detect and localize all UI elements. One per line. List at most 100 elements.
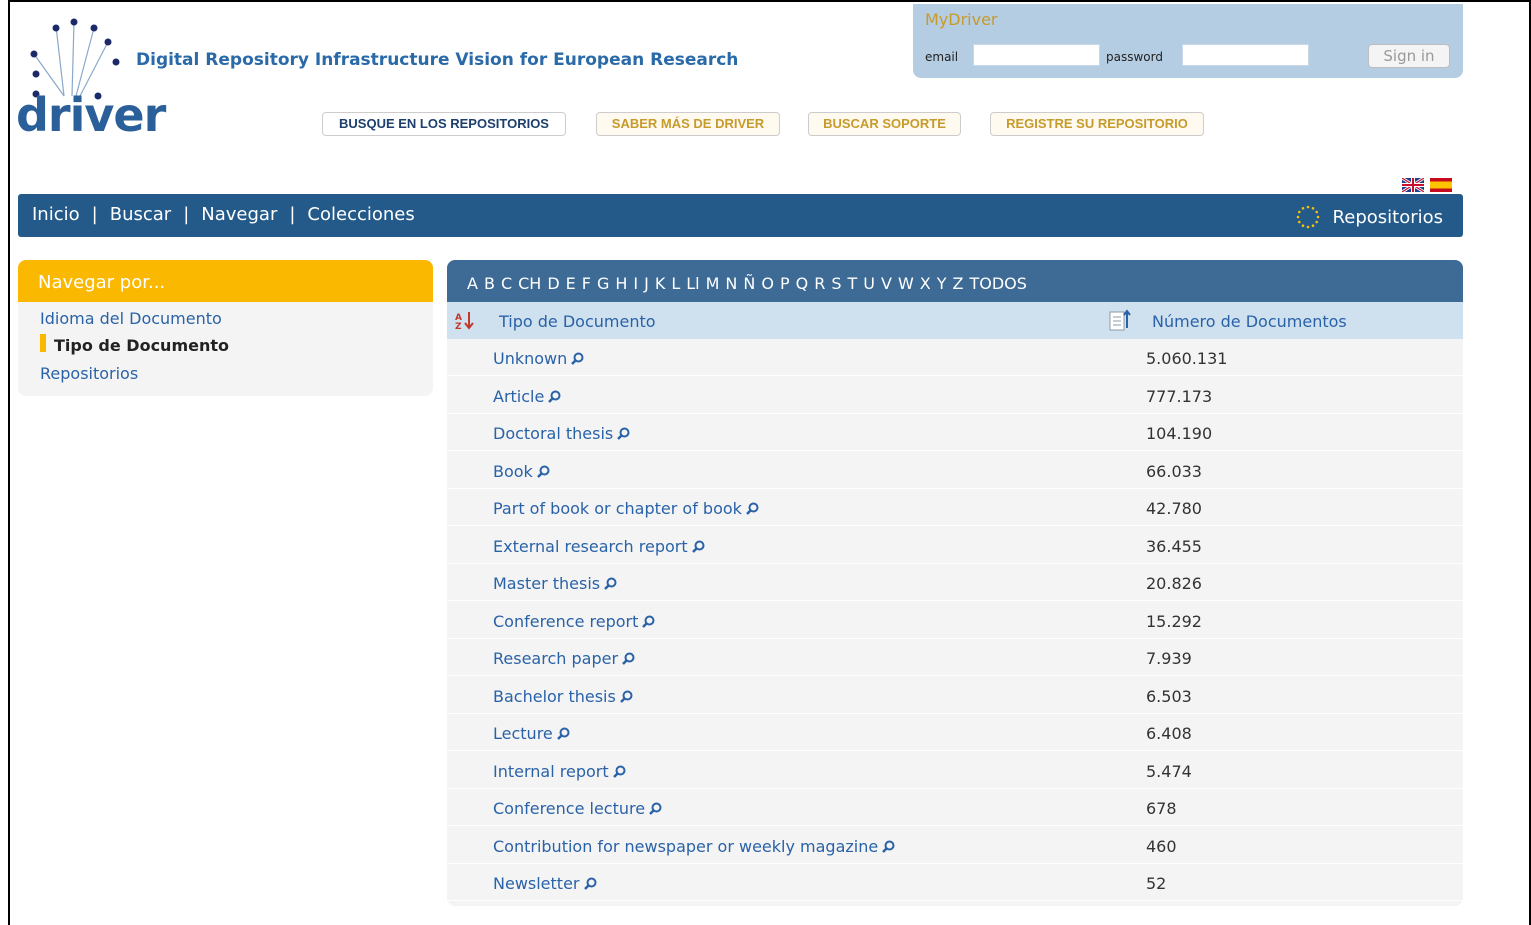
sidebar-item-repositorios[interactable]: Repositorios [40,364,138,383]
magnifier-icon[interactable] [622,652,635,665]
search-support-button[interactable]: BUSCAR SOPORTE [808,112,961,136]
alphabet-letter-t[interactable]: T [847,274,857,293]
document-type-link[interactable]: Unknown [493,349,584,368]
alphabet-letter-a[interactable]: A [467,274,478,293]
register-repository-button[interactable]: REGISTRE SU REPOSITORIO [990,112,1204,136]
search-repositories-button[interactable]: BUSQUE EN LOS REPOSITORIOS [322,112,566,136]
document-type-link[interactable]: Newsletter [493,874,597,893]
document-type-link[interactable]: Article [493,387,561,406]
logo-wordmark[interactable]: driver [16,92,166,138]
column-header-type[interactable]: Tipo de Documento [499,312,656,331]
alphabet-letter-v[interactable]: V [881,274,892,293]
magnifier-icon[interactable] [556,727,570,740]
document-count: 7.939 [1146,649,1192,668]
sidebar-heading: Navegar por... [18,260,433,302]
table-row: Bachelor thesis 6.503 [447,677,1463,714]
site-tagline: Digital Repository Infrastructure Vision… [136,50,739,70]
alphabet-letter-c[interactable]: C [501,274,512,293]
alphabet-letter-x[interactable]: X [920,274,931,293]
nav-repositories-label: Repositorios [1332,206,1443,228]
document-type-link[interactable]: Research paper [493,649,635,668]
magnifier-icon[interactable] [746,502,759,515]
document-type-link[interactable]: Book [493,462,550,481]
spanish-flag-icon[interactable] [1430,178,1452,192]
alphabet-letter-h[interactable]: H [615,274,627,293]
column-header-count[interactable]: Número de Documentos [1152,312,1347,331]
alphabet-letter-d[interactable]: D [547,274,559,293]
magnifier-icon[interactable] [617,427,630,440]
alphabet-letter-g[interactable]: G [597,274,609,293]
nav-buscar[interactable]: Buscar [110,204,171,225]
password-field[interactable] [1182,44,1309,66]
alphabet-letter-z[interactable]: Z [953,274,964,293]
alphabet-letter-f[interactable]: F [582,274,591,293]
table-row: Master thesis 20.826 [447,564,1463,601]
magnifier-icon[interactable] [882,840,895,853]
table-row: Doctoral thesis 104.190 [447,414,1463,451]
document-sort-icon[interactable] [1109,308,1131,332]
alphabet-letter-i[interactable]: I [633,274,638,293]
nav-navegar[interactable]: Navegar [201,204,277,225]
document-type-link[interactable]: Lecture [493,724,570,743]
alphabet-letter-r[interactable]: R [814,274,825,293]
alphabet-letter-e[interactable]: E [566,274,576,293]
document-type-link[interactable]: Master thesis [493,574,617,593]
magnifier-icon[interactable] [548,390,561,403]
document-type-link[interactable]: Conference report [493,612,655,631]
english-flag-icon[interactable] [1402,178,1424,192]
document-type-link[interactable]: Internal report [493,762,626,781]
alphabet-letter-u[interactable]: U [863,274,875,293]
document-type-link[interactable]: Conference lecture [493,799,662,818]
alphabet-letter-ch[interactable]: CH [518,274,541,293]
alphabet-letter-k[interactable]: K [655,274,666,293]
nav-inicio[interactable]: Inicio [32,204,80,225]
alphabet-letter-q[interactable]: Q [796,274,809,293]
alphabet-letter-o[interactable]: O [761,274,774,293]
alphabet-letter-p[interactable]: P [780,274,790,293]
document-type-link[interactable]: Doctoral thesis [493,424,630,443]
mydriver-title: MyDriver [925,10,998,29]
document-count: 6.503 [1146,686,1192,706]
document-type-label: Research paper [493,649,619,668]
sort-az-icon[interactable]: A Z [455,310,475,330]
magnifier-icon[interactable] [536,465,550,478]
learn-about-driver-button[interactable]: SABER MÁS DE DRIVER [596,112,780,136]
sidebar-item-idioma[interactable]: Idioma del Documento [40,309,222,328]
magnifier-icon[interactable] [619,690,633,703]
magnifier-icon[interactable] [691,540,705,553]
alphabet-letter-b[interactable]: B [484,274,495,293]
alphabet-letter-n[interactable]: N [725,274,737,293]
magnifier-icon[interactable] [649,802,662,815]
magnifier-icon[interactable] [612,765,626,778]
magnifier-icon[interactable] [604,577,617,590]
alphabet-letter-ñ[interactable]: Ñ [743,274,755,293]
sign-in-button[interactable]: Sign in [1368,44,1450,68]
alphabet-letter-m[interactable]: M [706,274,720,293]
document-count: 678 [1146,799,1177,818]
email-field[interactable] [973,44,1100,66]
table-row: Research paper 7.939 [447,639,1463,676]
sidebar-item-tipo[interactable]: Tipo de Documento [54,336,229,355]
magnifier-icon[interactable] [583,877,597,890]
nav-separator: | [289,204,296,225]
alphabet-letter-w[interactable]: W [898,274,914,293]
document-count: 15.292 [1146,611,1202,631]
nav-colecciones[interactable]: Colecciones [307,204,414,225]
magnifier-icon[interactable] [571,352,584,365]
alphabet-letter-y[interactable]: Y [937,274,947,293]
alphabet-letter-s[interactable]: S [831,274,841,293]
document-type-link[interactable]: Part of book or chapter of book [493,499,759,518]
nav-repositories-link[interactable]: Repositorios [1295,204,1443,230]
alphabet-letter-todos[interactable]: TODOS [969,274,1026,293]
alphabet-letter-l[interactable]: L [671,274,680,293]
mydriver-login-panel: MyDriver email password Sign in [913,4,1463,78]
document-type-label: Doctoral thesis [493,424,614,443]
document-type-link[interactable]: Contribution for newspaper or weekly mag… [493,837,895,856]
table-row: External research report 36.455 [447,527,1463,564]
alphabet-letter-j[interactable]: J [644,274,649,293]
document-count: 66.033 [1146,461,1202,481]
alphabet-letter-ll[interactable]: Ll [686,274,699,293]
document-type-link[interactable]: External research report [493,537,705,556]
document-type-link[interactable]: Bachelor thesis [493,687,633,706]
magnifier-icon[interactable] [642,615,655,628]
